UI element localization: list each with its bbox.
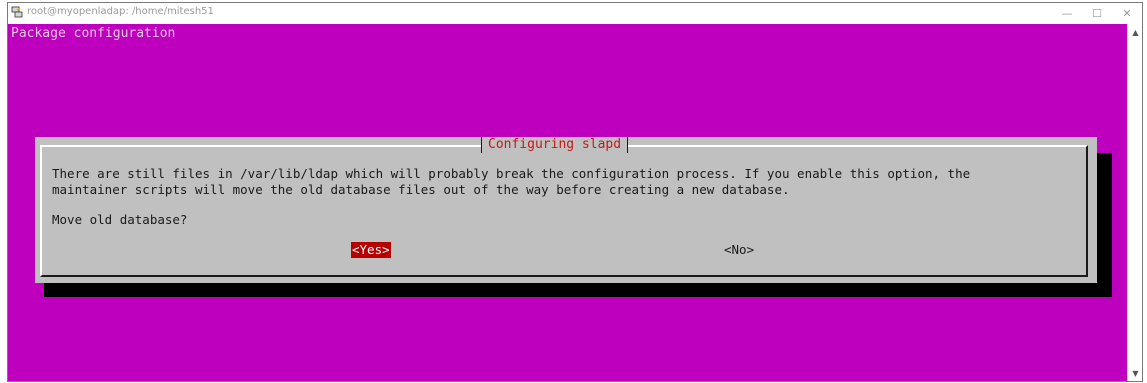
putty-app-icon[interactable]	[11, 6, 23, 18]
no-button[interactable]: <No>	[724, 242, 754, 258]
maximize-icon: ☐	[1092, 7, 1102, 20]
minimize-icon: —	[1061, 7, 1073, 20]
close-button[interactable]: ✕	[1112, 3, 1142, 24]
package-configuration-header: Package configuration	[11, 26, 176, 41]
message-line-2: maintainer scripts will move the old dat…	[52, 182, 790, 197]
minimize-button[interactable]: —	[1052, 3, 1082, 24]
dialog-frame	[40, 145, 1088, 277]
yes-button[interactable]: <Yes>	[351, 242, 391, 258]
terminal-area[interactable]: Package configuration Configuring slapd …	[8, 24, 1127, 381]
dialog-message: There are still files in /var/lib/ldap w…	[52, 166, 1082, 198]
close-icon: ✕	[1122, 7, 1132, 20]
maximize-button[interactable]: ☐	[1082, 3, 1112, 24]
message-line-1: There are still files in /var/lib/ldap w…	[52, 166, 971, 181]
vertical-scrollbar[interactable]: ▲ ▼	[1127, 24, 1142, 381]
scroll-up-icon[interactable]: ▲	[1128, 25, 1142, 39]
config-dialog: Configuring slapd There are still files …	[35, 137, 1097, 283]
window-title: root@myopenladap: /home/mitesh51	[27, 6, 214, 17]
dialog-title: Configuring slapd	[481, 137, 629, 153]
terminal-window: root@myopenladap: /home/mitesh51 — ☐ ✕ P…	[7, 2, 1143, 382]
title-bar[interactable]: root@myopenladap: /home/mitesh51 — ☐ ✕	[8, 3, 1142, 24]
dialog-question: Move old database?	[52, 212, 188, 227]
scroll-down-icon[interactable]: ▼	[1128, 366, 1142, 380]
